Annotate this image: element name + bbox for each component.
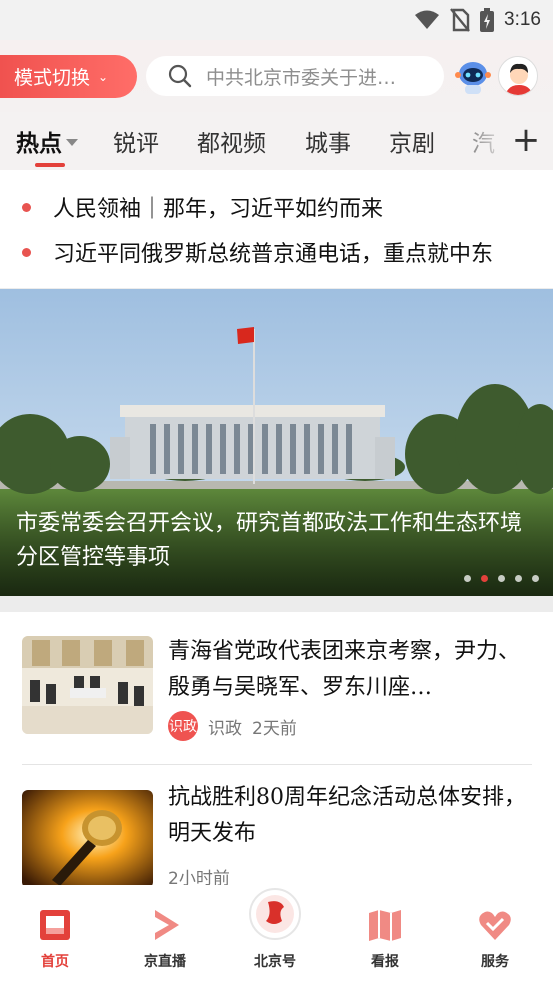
nav-beijing-hao[interactable]: 北京号 xyxy=(220,885,330,983)
news-source: 识政 xyxy=(208,718,242,739)
chevron-down-icon: ⌄ xyxy=(98,69,109,84)
carousel-dot-active xyxy=(481,575,488,582)
channel-tabs: 热点 锐评 都视频 城事 京剧 汽 + xyxy=(0,112,553,170)
nav-service-label: 服务 xyxy=(481,954,509,970)
nav-service[interactable]: 服务 xyxy=(440,885,550,983)
news-title: 青海省党政代表团来京考察，尹力、殷勇与吴晓军、罗东川座… xyxy=(168,639,521,700)
news-list: 青海省党政代表团来京考察，尹力、殷勇与吴晓军、罗东川座… 识政 识政 2天前 抗… xyxy=(0,612,553,902)
nav-live-label: 京直播 xyxy=(144,954,186,970)
nav-home[interactable]: 首页 xyxy=(0,885,110,983)
source-badge: 识政 xyxy=(168,711,198,741)
wifi-icon xyxy=(415,10,440,29)
headline-item[interactable]: 人民领袖｜那年，习近平如约而来 xyxy=(22,189,532,225)
nav-newspaper-label: 看报 xyxy=(371,954,399,970)
tab-label: 热点 xyxy=(16,131,62,157)
nav-newspaper[interactable]: 看报 xyxy=(330,885,440,983)
tabs-fade xyxy=(440,112,510,170)
mode-switch-label: 模式切换 xyxy=(14,67,91,89)
bullet-icon xyxy=(22,247,31,257)
active-tab-indicator xyxy=(35,163,65,167)
bullet-icon xyxy=(22,202,31,212)
live-play-icon xyxy=(155,910,179,940)
status-bar: 3:16 xyxy=(0,0,553,40)
tab-video[interactable]: 都视频 xyxy=(197,124,266,158)
carousel-dot xyxy=(498,575,505,582)
news-thumbnail xyxy=(22,636,153,734)
news-time: 2天前 xyxy=(252,718,297,739)
carousel-dot xyxy=(515,575,522,582)
carousel-indicator xyxy=(464,575,539,582)
add-channel-icon[interactable]: + xyxy=(506,116,546,164)
top-bar: 模式切换 ⌄ 中共北京市委关于进… xyxy=(0,40,553,112)
nav-beijing-hao-label: 北京号 xyxy=(254,954,296,970)
news-item[interactable]: 抗战胜利80周年纪念活动总体安排，明天发布 2小时前 xyxy=(22,780,532,900)
headline-text: 人民领袖｜那年，习近平如约而来 xyxy=(53,197,384,222)
headline-item[interactable]: 习近平同俄罗斯总统普京通电话，重点就中东 xyxy=(22,234,532,270)
heart-service-icon xyxy=(479,911,511,940)
tab-city[interactable]: 城事 xyxy=(305,124,351,158)
beijing-seal-icon xyxy=(249,888,301,940)
headline-list: 人民领袖｜那年，习近平如约而来 习近平同俄罗斯总统普京通电话，重点就中东 xyxy=(0,170,553,288)
bottom-nav: 首页 京直播 北京号 看报 服务 xyxy=(0,885,553,983)
no-sim-icon xyxy=(450,8,470,32)
search-placeholder: 中共北京市委关于进… xyxy=(206,66,397,89)
home-icon xyxy=(40,910,70,940)
newspaper-icon xyxy=(369,910,401,941)
divider xyxy=(22,764,532,765)
hero-carousel[interactable]: 市委常委会召开会议，研究首都政法工作和生态环境分区管控等事项 xyxy=(0,289,553,596)
news-meta: 识政 识政 2天前 xyxy=(168,711,297,741)
mode-switch-button[interactable]: 模式切换 ⌄ xyxy=(0,55,137,98)
clock: 3:16 xyxy=(504,9,541,30)
search-icon xyxy=(168,64,192,88)
tab-opera[interactable]: 京剧 xyxy=(389,124,435,158)
nav-live[interactable]: 京直播 xyxy=(110,885,220,983)
robot-assistant-icon[interactable] xyxy=(453,57,493,97)
news-thumbnail xyxy=(22,790,153,888)
carousel-title: 市委常委会召开会议，研究首都政法工作和生态环境分区管控等事项 xyxy=(16,511,523,570)
nav-home-label: 首页 xyxy=(41,954,69,970)
carousel-dot xyxy=(464,575,471,582)
user-avatar[interactable] xyxy=(498,56,538,96)
battery-charging-icon xyxy=(480,8,495,32)
headline-text: 习近平同俄罗斯总统普京通电话，重点就中东 xyxy=(53,242,494,267)
news-title: 抗战胜利80周年纪念活动总体安排，明天发布 xyxy=(168,785,526,846)
tab-commentary[interactable]: 锐评 xyxy=(113,124,159,158)
search-input[interactable]: 中共北京市委关于进… xyxy=(146,56,444,96)
carousel-dot xyxy=(532,575,539,582)
tab-hot[interactable]: 热点 xyxy=(16,124,78,158)
caret-down-icon xyxy=(66,139,78,146)
news-item[interactable]: 青海省党政代表团来京考察，尹力、殷勇与吴晓军、罗东川座… 识政 识政 2天前 xyxy=(22,634,532,764)
user-avatar-icon xyxy=(505,63,533,95)
